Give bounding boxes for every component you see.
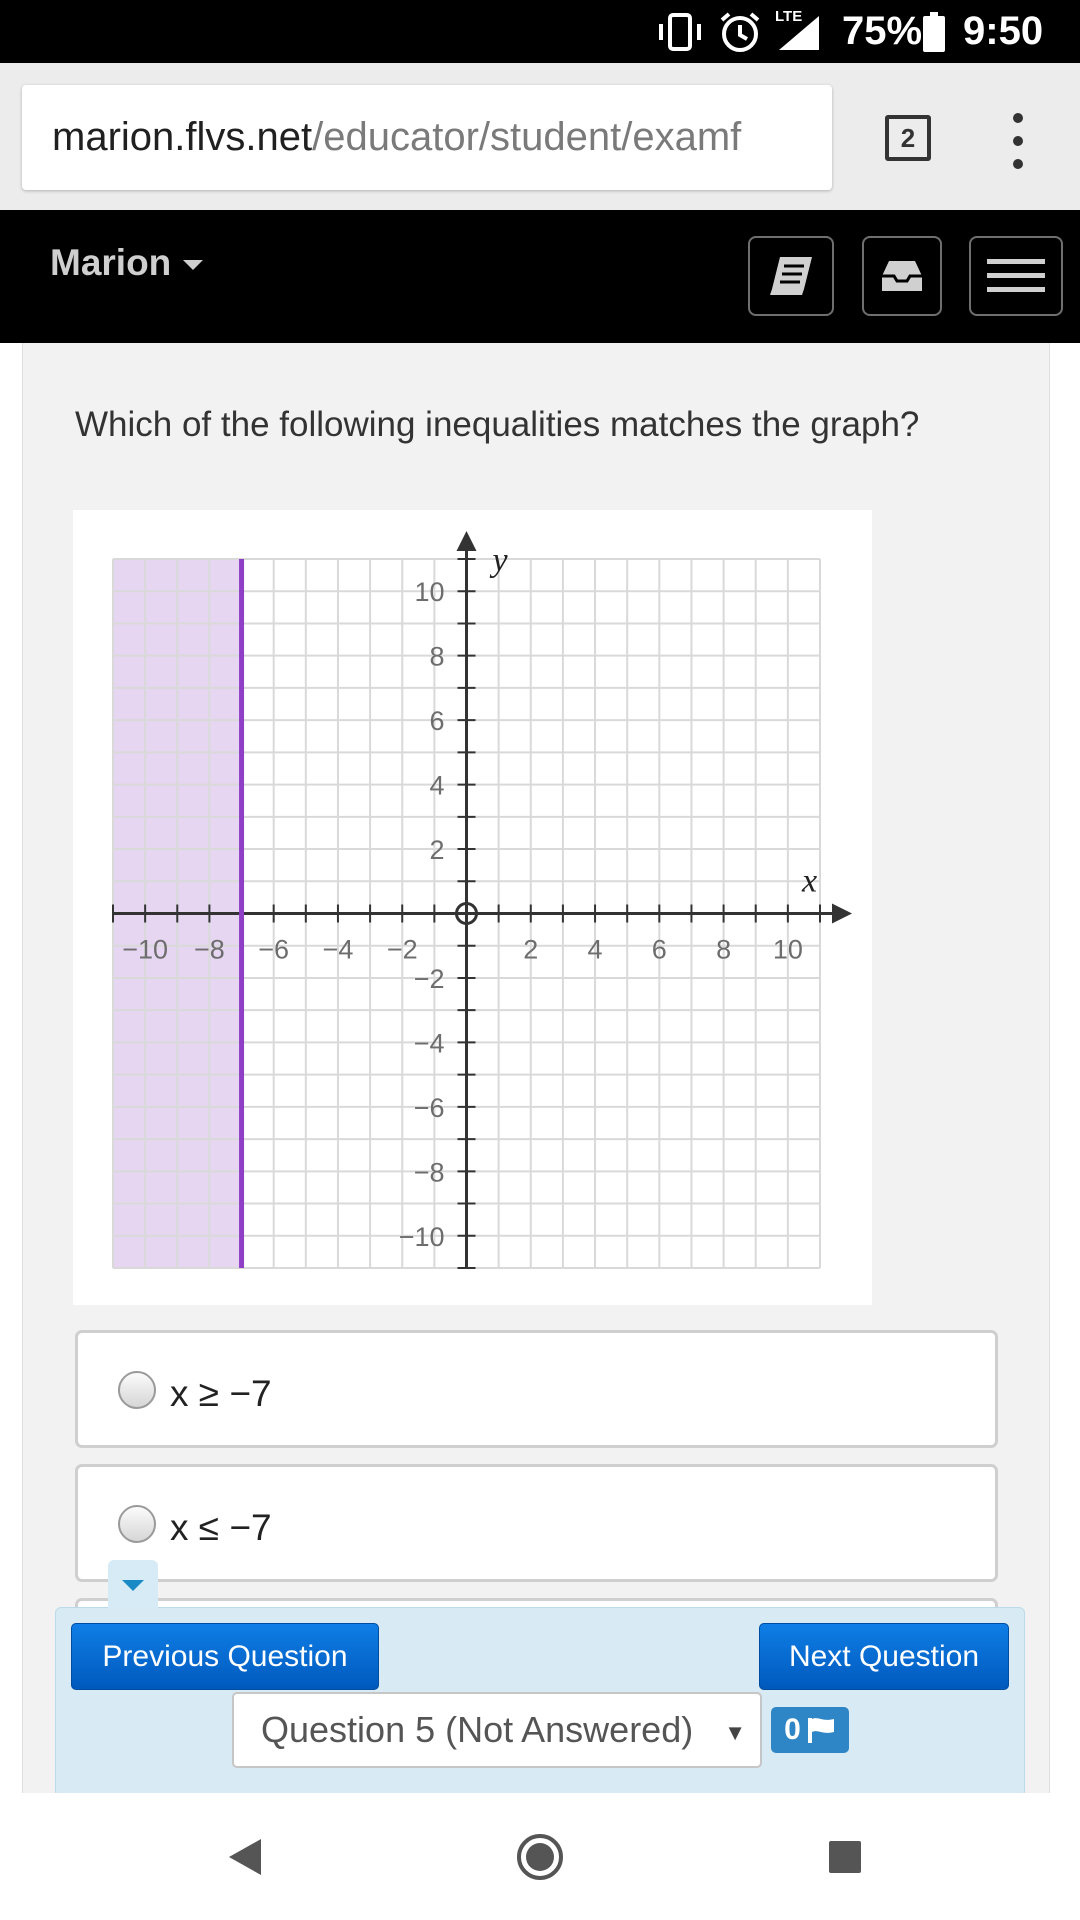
- y-tick-label: −8: [414, 1157, 445, 1187]
- x-axis-arrow: [832, 903, 852, 924]
- flag-button[interactable]: 0: [771, 1707, 849, 1753]
- more-vert-icon[interactable]: [1000, 113, 1036, 169]
- clock: 9:50: [963, 9, 1044, 53]
- network-type-label: LTE: [775, 8, 803, 25]
- x-tick-label: 6: [652, 935, 667, 965]
- back-icon: [229, 1838, 261, 1875]
- inequality-graph: −10 −8 −6 −4 −2 2 4 6 8 10 10 8 6 4 2 −2 −4 −6 −8 −10 x y: [73, 510, 872, 1305]
- tab-count: 2: [900, 122, 916, 153]
- url-path: /educator/student/examf: [312, 115, 742, 159]
- question-select-value: Question 5 (Not Answered): [261, 1709, 694, 1750]
- tab-switcher-button[interactable]: 2: [885, 115, 931, 161]
- question-select[interactable]: Question 5 (Not Answered) ▼: [232, 1692, 762, 1768]
- notebook-button[interactable]: [748, 236, 834, 316]
- inbox-icon: [882, 261, 922, 291]
- question-prompt: Which of the following inequalities matc…: [75, 405, 920, 444]
- back-button[interactable]: [215, 1793, 275, 1920]
- app-header: Marion: [0, 210, 1080, 343]
- flag-icon: [807, 1718, 834, 1743]
- x-tick-label: −4: [323, 935, 354, 965]
- option-label: x ≤ −7: [170, 1507, 272, 1548]
- address-bar[interactable]: marion.flvs.net/educator/student/examf: [22, 85, 832, 190]
- url-domain: marion.flvs.net: [52, 115, 313, 159]
- y-tick-label: −10: [399, 1222, 445, 1252]
- hamburger-menu-button[interactable]: [969, 236, 1063, 316]
- x-tick-label: 4: [588, 935, 603, 965]
- chevron-down-icon: [122, 1579, 144, 1591]
- browser-toolbar: marion.flvs.net/educator/student/examf 2: [0, 63, 1080, 210]
- x-axis-label: x: [801, 863, 817, 900]
- dropdown-arrow-icon: ▼: [724, 1720, 746, 1745]
- y-tick-label: −6: [414, 1093, 445, 1123]
- graph-svg: −10 −8 −6 −4 −2 2 4 6 8 10 10 8 6 4 2 −2 −4 −6 −8 −10 x y: [112, 531, 852, 1269]
- answer-option-2[interactable]: x ≤ −7: [75, 1464, 998, 1582]
- alarm-icon: [718, 0, 762, 63]
- home-icon: [517, 1833, 563, 1880]
- previous-question-button[interactable]: Previous Question: [71, 1623, 379, 1690]
- y-tick-label: 8: [429, 642, 444, 672]
- hamburger-menu-icon: [987, 259, 1045, 292]
- y-tick-label: −4: [414, 1028, 445, 1058]
- battery-icon: [922, 0, 946, 63]
- x-tick-label: −6: [258, 935, 289, 965]
- recents-button[interactable]: [815, 1793, 875, 1920]
- y-tick-label: 4: [429, 771, 444, 801]
- y-tick-label: −2: [414, 964, 445, 994]
- next-question-button[interactable]: Next Question: [759, 1623, 1009, 1690]
- x-tick-label: −2: [387, 935, 418, 965]
- y-axis-label: y: [490, 542, 509, 579]
- status-bar: LTE 75% 9:50: [0, 0, 1080, 63]
- brand-menu[interactable]: Marion: [50, 210, 204, 315]
- battery-percent: 75%: [842, 9, 923, 53]
- radio-button[interactable]: [118, 1505, 156, 1543]
- x-tick-label: −10: [122, 935, 168, 965]
- signal-icon: LTE: [773, 0, 823, 63]
- x-tick-label: 10: [773, 935, 803, 965]
- radio-button[interactable]: [118, 1371, 156, 1409]
- inbox-button[interactable]: [862, 236, 942, 316]
- home-button[interactable]: [510, 1793, 570, 1920]
- y-tick-label: 10: [414, 577, 444, 607]
- notebook-icon: [770, 257, 812, 295]
- x-tick-label: 8: [716, 935, 731, 965]
- brand-name: Marion: [50, 241, 172, 283]
- vibrate-icon: [655, 0, 705, 63]
- option-label: x ≥ −7: [170, 1373, 272, 1414]
- answer-option-1[interactable]: x ≥ −7: [75, 1330, 998, 1448]
- collapse-toggle[interactable]: [108, 1560, 158, 1610]
- y-tick-label: 2: [429, 835, 444, 865]
- y-axis-arrow: [456, 531, 477, 551]
- flag-count: 0: [784, 1713, 801, 1746]
- caret-down-icon: [183, 259, 204, 270]
- y-tick-label: 6: [429, 706, 444, 736]
- x-tick-label: 2: [523, 935, 538, 965]
- recents-icon: [829, 1840, 861, 1873]
- android-navigation-bar: [0, 1793, 1080, 1920]
- x-tick-label: −8: [194, 935, 225, 965]
